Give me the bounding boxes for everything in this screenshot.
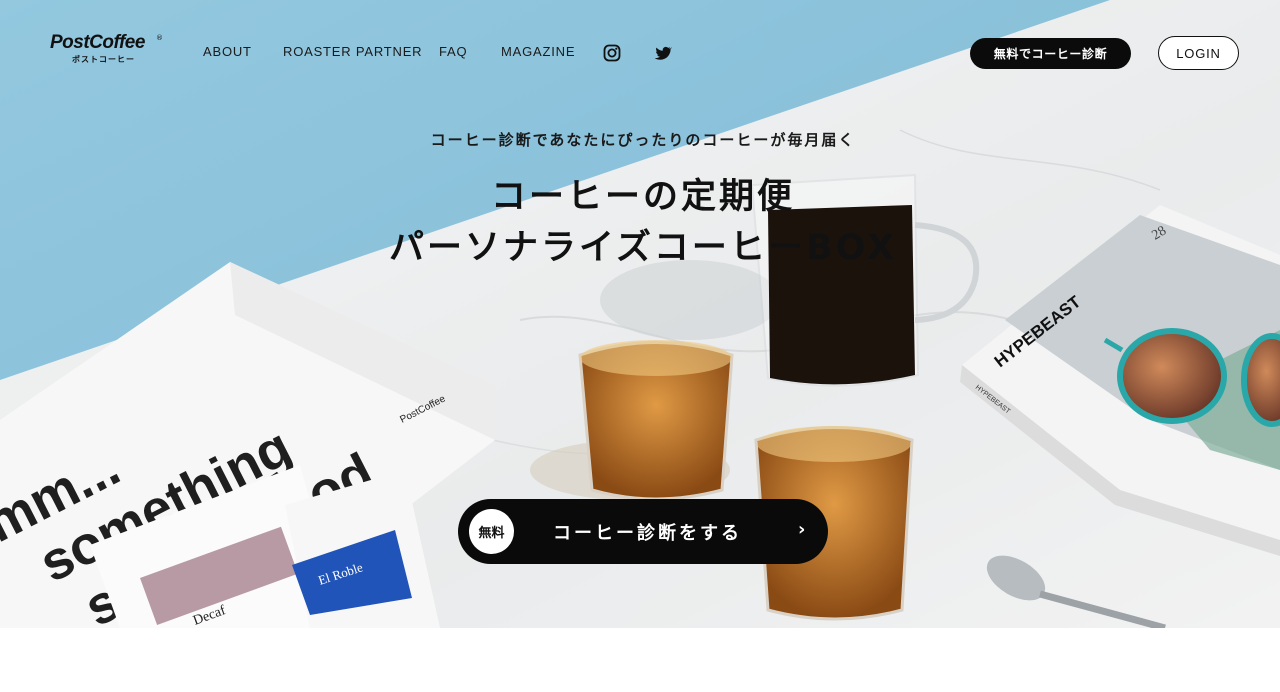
logo-wordmark: PostCoffee — [50, 32, 145, 53]
nav-magazine[interactable]: MAGAZINE — [501, 44, 575, 62]
content-below-hero — [0, 628, 1280, 692]
logo-registered-mark: ® — [156, 34, 163, 42]
free-badge: 無料 — [469, 509, 514, 554]
logo-kana: ポストコーヒー — [72, 55, 135, 64]
coffee-diagnosis-cta-button[interactable]: 無料 コーヒー診断をする › — [458, 499, 828, 564]
nav-faq[interactable]: FAQ — [439, 44, 467, 62]
instagram-icon[interactable] — [603, 44, 621, 62]
login-button[interactable]: LOGIN — [1158, 36, 1239, 70]
hero-title-line-2: パーソナライズコーヒーBOX — [388, 228, 898, 268]
hero-subtitle: コーヒー診断であなたにぴったりのコーヒーが毎月届く — [430, 131, 856, 149]
free-diagnosis-button[interactable]: 無料でコーヒー診断 — [970, 38, 1131, 69]
nav-about[interactable]: ABOUT — [203, 44, 252, 62]
cta-label: コーヒー診断をする — [553, 523, 742, 544]
postcoffee-logo[interactable]: PostCoffee ® ポストコーヒー — [50, 32, 165, 72]
chevron-right-icon: › — [798, 519, 806, 540]
twitter-icon[interactable] — [654, 44, 672, 62]
hero-title-line-1: コーヒーの定期便 — [490, 177, 795, 217]
nav-roaster-partner[interactable]: ROASTER PARTNER — [283, 44, 422, 62]
